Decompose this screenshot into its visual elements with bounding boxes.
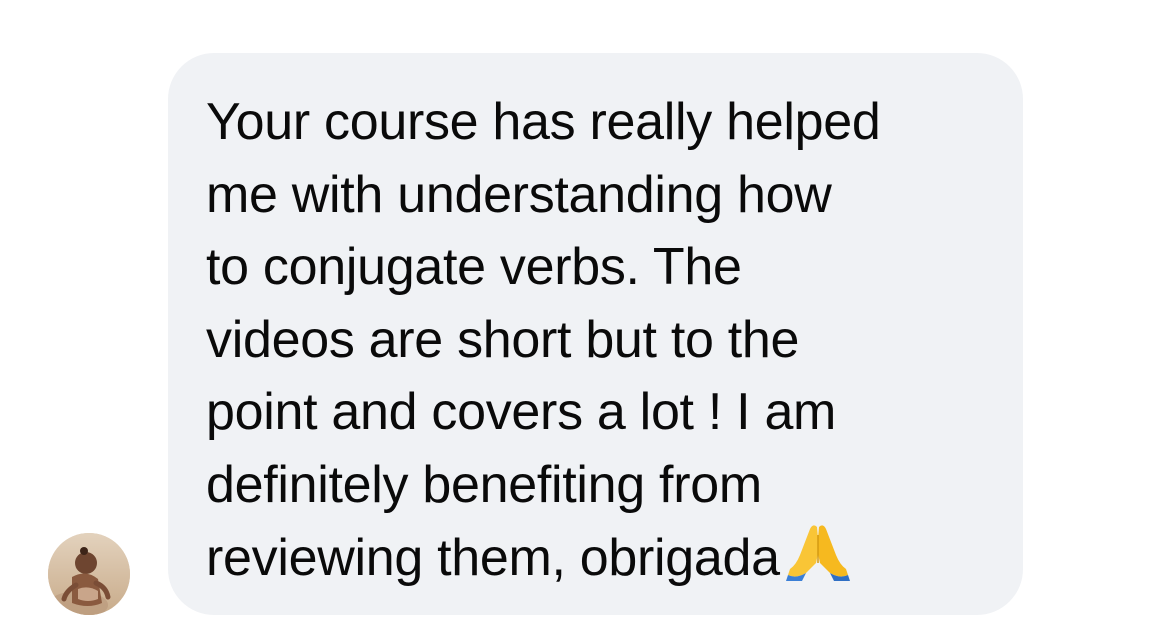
sender-avatar[interactable] xyxy=(48,533,130,615)
message-body: Your course has really helped me with un… xyxy=(206,93,881,587)
message-text: Your course has really helped me with un… xyxy=(206,86,993,595)
child-on-beach-photo-icon xyxy=(48,533,130,615)
message-bubble[interactable]: Your course has really helped me with un… xyxy=(168,53,1023,615)
folded-hands-emoji-icon xyxy=(785,521,850,581)
chat-thread: Your course has really helped me with un… xyxy=(0,0,1170,633)
